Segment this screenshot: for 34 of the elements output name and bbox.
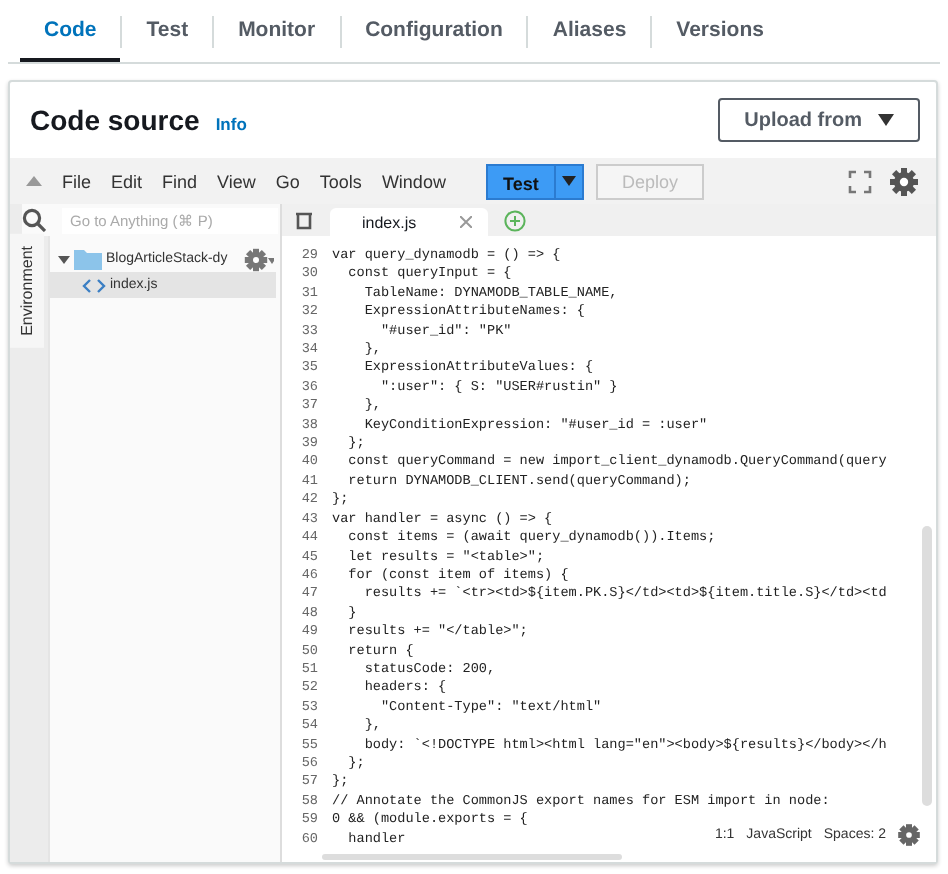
panel-icon[interactable] bbox=[294, 212, 314, 230]
close-icon[interactable] bbox=[460, 216, 473, 228]
menu-item[interactable]: Window bbox=[381, 171, 446, 191]
scrollbar[interactable] bbox=[922, 526, 932, 806]
tab[interactable]: Monitor bbox=[214, 0, 340, 62]
test-dropdown-button[interactable] bbox=[553, 163, 584, 199]
menu-item[interactable]: Go bbox=[275, 171, 300, 191]
info-link[interactable]: Info bbox=[215, 113, 247, 133]
menu-item[interactable]: Find bbox=[162, 171, 198, 191]
caret-icon bbox=[878, 114, 894, 126]
upload-button[interactable]: Upload from bbox=[718, 98, 920, 142]
menu-item[interactable]: File bbox=[62, 171, 92, 191]
search-icon[interactable] bbox=[22, 208, 46, 232]
tab[interactable]: Test bbox=[122, 0, 213, 62]
settings-icon[interactable] bbox=[888, 165, 920, 197]
settings-icon[interactable] bbox=[898, 824, 920, 846]
section-title: Code source bbox=[30, 104, 200, 136]
collapse-icon[interactable] bbox=[26, 176, 42, 186]
code-editor[interactable] bbox=[282, 236, 936, 862]
test-button[interactable]: Test bbox=[485, 163, 554, 199]
expanded-arrow-icon[interactable] bbox=[58, 253, 70, 265]
file-tab[interactable]: index.js bbox=[330, 208, 489, 236]
tab[interactable]: Aliases bbox=[528, 0, 651, 62]
caret-icon bbox=[561, 176, 576, 186]
menu-item[interactable]: View bbox=[217, 171, 256, 191]
menu-item[interactable]: Tools bbox=[319, 171, 362, 191]
scrollbar[interactable] bbox=[322, 854, 622, 860]
tab[interactable]: Versions bbox=[652, 0, 788, 62]
code-file-icon bbox=[82, 277, 106, 293]
fullscreen-icon[interactable] bbox=[848, 169, 872, 193]
gear-icon[interactable] bbox=[244, 247, 274, 271]
tab[interactable]: Configuration bbox=[341, 0, 527, 62]
environment-tab[interactable]: Environment bbox=[10, 234, 44, 348]
menu-item[interactable]: Edit bbox=[111, 171, 143, 191]
